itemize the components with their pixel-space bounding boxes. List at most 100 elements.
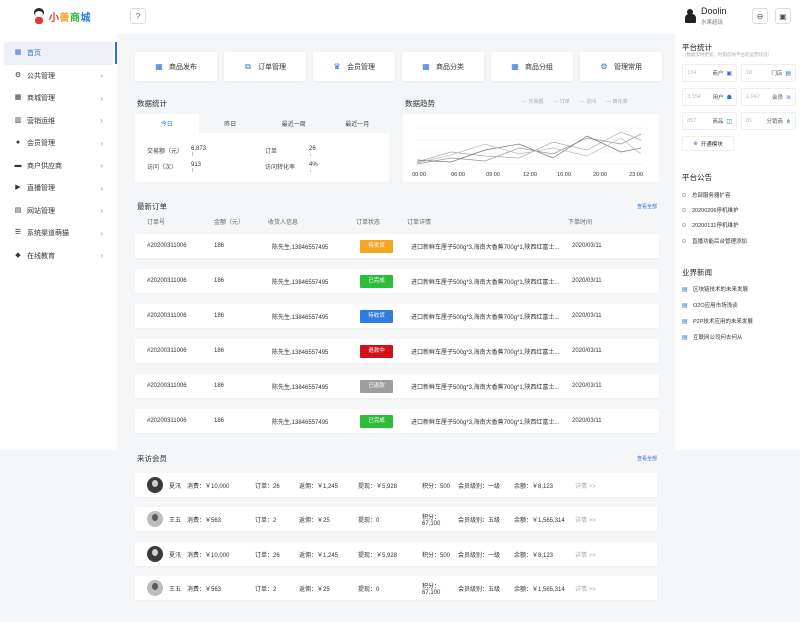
stat-value: 18 (746, 70, 753, 76)
order-id: #20200311006 (147, 243, 187, 249)
quick-product-group[interactable]: ▦ 商品分组 (491, 52, 573, 81)
status-badge: 待收货 (360, 309, 393, 323)
order-status-cell: 已退款 (352, 379, 407, 393)
logo[interactable]: 小兽商城 (32, 7, 91, 25)
sidebar-item-supplier[interactable]: ▬ 商户供应商 › (0, 155, 117, 178)
user-role: 水果超级 (701, 20, 724, 26)
logo-mascot-icon (32, 7, 46, 25)
window-icon: ▣ (779, 11, 787, 21)
logo-char: 小 (49, 12, 60, 24)
member-balance: 余额：￥8,123 (514, 552, 554, 559)
quick-product-publish[interactable]: ▦ 商品发布 (135, 52, 217, 81)
member-name-cell: 王五 (135, 580, 187, 596)
user-profile[interactable]: Doolin 水果超级 (683, 6, 727, 26)
order-row[interactable]: #20200311006 186 陈先生,13846557495 已完成 进口新… (135, 409, 659, 433)
announcement-item[interactable]: 直播功能后台管理添加 (682, 237, 747, 245)
order-row[interactable]: #20200311006 186 陈先生,13846557495 退款中 进口新… (135, 339, 659, 363)
announcement-item[interactable]: 20200206停机维护 (682, 206, 738, 214)
member-detail-link[interactable]: 详情 >> (575, 550, 596, 559)
grid-icon: ▦ (422, 61, 430, 71)
tab-month[interactable]: 最近一月 (326, 114, 390, 133)
member-points: 积分：500 (422, 552, 451, 559)
sidebar-item-website[interactable]: ▤ 网站管理 › (0, 200, 117, 223)
sidebar-item-members[interactable]: ● 会员管理 › (0, 132, 117, 155)
order-row[interactable]: #20200311006 186 陈先生,13846557495 已退款 进口新… (135, 374, 659, 398)
platform-stat-distributors[interactable]: 81 分销商 ⋔ (741, 112, 796, 130)
member-detail-link[interactable]: 详情 >> (575, 584, 596, 593)
active-indicator (115, 42, 117, 64)
member-detail-link[interactable]: 详情 >> (575, 481, 596, 490)
bullet-icon (682, 193, 686, 197)
stat-value: 3,154 (687, 94, 701, 100)
platform-stat-stores[interactable]: 18 门店 ▤ (741, 64, 796, 82)
news-text: O2O应用市场浅谈 (693, 303, 738, 309)
order-row[interactable]: #20200311006 186 陈先生,13846557495 待发货 进口新… (135, 234, 659, 258)
orders-view-all-link[interactable]: 查看全部 (637, 203, 657, 210)
order-status-cell: 待发货 (352, 239, 407, 253)
member-row[interactable]: 夏汛 消费：￥10,000 订单：26 返佣：￥1,245 提现：￥5,928 … (135, 542, 657, 566)
chevron-right-icon: › (100, 251, 103, 261)
member-detail-link[interactable]: 详情 >> (575, 515, 596, 524)
member-row[interactable]: 王五 消费：￥563 订单：2 返佣：￥25 提现：0 积分：67,100 会员… (135, 507, 657, 531)
news-item[interactable]: ▤ O2O应用市场浅谈 (682, 301, 738, 309)
order-time: 2020/03/11 (572, 243, 602, 249)
order-amount: 186 (214, 348, 225, 354)
open-module-button[interactable]: ⊕ 开通模块 (682, 136, 734, 151)
order-status-cell: 退款中 (352, 344, 407, 358)
stat-value: 913 ↑ (191, 162, 201, 174)
member-name: 夏汛 (169, 552, 182, 559)
member-withdraw: 提现：￥5,928 (358, 552, 398, 559)
member-row[interactable]: 夏汛 消费：￥10,000 订单：26 返佣：￥1,245 提现：￥5,928 … (135, 473, 657, 497)
platform-stat-products[interactable]: 857 商品 ◫ (682, 112, 737, 130)
news-item[interactable]: ▤ 互联网公司何去何从 (682, 333, 743, 341)
member-level: 会员级别：五级 (458, 517, 501, 524)
sidebar-item-mall[interactable]: ▦ 商城管理 › (0, 87, 117, 110)
news-item[interactable]: ▤ 区块链技术的未来发展 (682, 285, 748, 293)
stat-value: 6,873 ↑ (191, 146, 206, 158)
sidebar-item-live[interactable]: ▶ 直播管理 › (0, 177, 117, 200)
announcement-item[interactable]: 20200131停机维护 (682, 221, 738, 229)
order-row[interactable]: #20200311006 186 陈先生,13846557495 已完成 进口新… (135, 269, 659, 293)
quick-order-manage[interactable]: ⧉ 订单管理 (224, 52, 306, 81)
tab-today[interactable]: 今日 (135, 114, 199, 133)
window-button[interactable]: ▣ (775, 8, 791, 24)
platform-stat-users[interactable]: 3,154 用户 ☗ (682, 88, 737, 106)
sidebar-item-home[interactable]: ▦ 首页 (4, 42, 113, 65)
member-rebate: 返佣：￥1,245 (299, 483, 339, 490)
order-detail: 进口新鲜车厘子500g*3,海南大香蕉700g*1,陕西红富士... (411, 244, 560, 251)
member-row[interactable]: 王五 消费：￥563 订单：2 返佣：￥25 提现：0 积分：67,100 会员… (135, 576, 657, 600)
sidebar-item-label: 营销运维 (27, 117, 55, 125)
order-id: #20200311006 (147, 278, 187, 284)
members-view-all-link[interactable]: 查看全部 (637, 455, 657, 462)
order-contact: 陈先生,13846557495 (272, 349, 329, 356)
sidebar-item-channel[interactable]: ☰ 系统渠道萌猫 › (0, 222, 117, 245)
member-level: 会员级别：一级 (458, 483, 501, 490)
stat-revenue: 交易额（元） 6,873 ↑ (147, 146, 206, 158)
member-name: 王五 (169, 586, 182, 593)
document-icon: ▤ (682, 287, 688, 293)
sidebar-item-public[interactable]: ⚙ 公共管理 › (0, 65, 117, 88)
stats-card: 今日 昨日 最近一周 最近一月 交易额（元） 6,873 ↑ 订单 26 ↓ 访问（… (135, 114, 389, 182)
tab-week[interactable]: 最近一周 (262, 114, 326, 133)
help-button[interactable]: ? (130, 8, 146, 24)
quick-member-manage[interactable]: ♛ 会员管理 (313, 52, 395, 81)
platform-stat-merchants[interactable]: 134 商户 ▣ (682, 64, 737, 82)
column-header: 收货人信息 (268, 220, 299, 226)
sidebar-item-education[interactable]: ◆ 在线教育 › (0, 245, 117, 268)
logo-text: 小兽商城 (49, 9, 91, 24)
member-name-cell: 夏汛 (135, 546, 187, 562)
order-amount: 186 (214, 243, 225, 249)
platform-stat-members[interactable]: 1,942 会员 ≋ (741, 88, 796, 106)
quick-product-category[interactable]: ▦ 商品分类 (402, 52, 484, 81)
tab-yesterday[interactable]: 昨日 (199, 114, 263, 133)
quick-common-manage[interactable]: ⚙ 管理常用 (580, 52, 662, 81)
order-row[interactable]: #20200311006 186 陈先生,13846557495 待收货 进口新… (135, 304, 659, 328)
plus-icon: ⊕ (693, 140, 698, 147)
order-id: #20200311006 (147, 313, 187, 319)
news-item[interactable]: ▤ P2P技术应用的未来发展 (682, 317, 753, 325)
announcement-item[interactable]: 总部服务器扩容 (682, 191, 731, 199)
minus-circle-button[interactable]: ⊖ (752, 8, 768, 24)
member-withdraw: 提现：0 (358, 586, 380, 593)
order-id: #20200311006 (147, 383, 187, 389)
sidebar-item-marketing[interactable]: ▥ 营销运维 › (0, 110, 117, 133)
